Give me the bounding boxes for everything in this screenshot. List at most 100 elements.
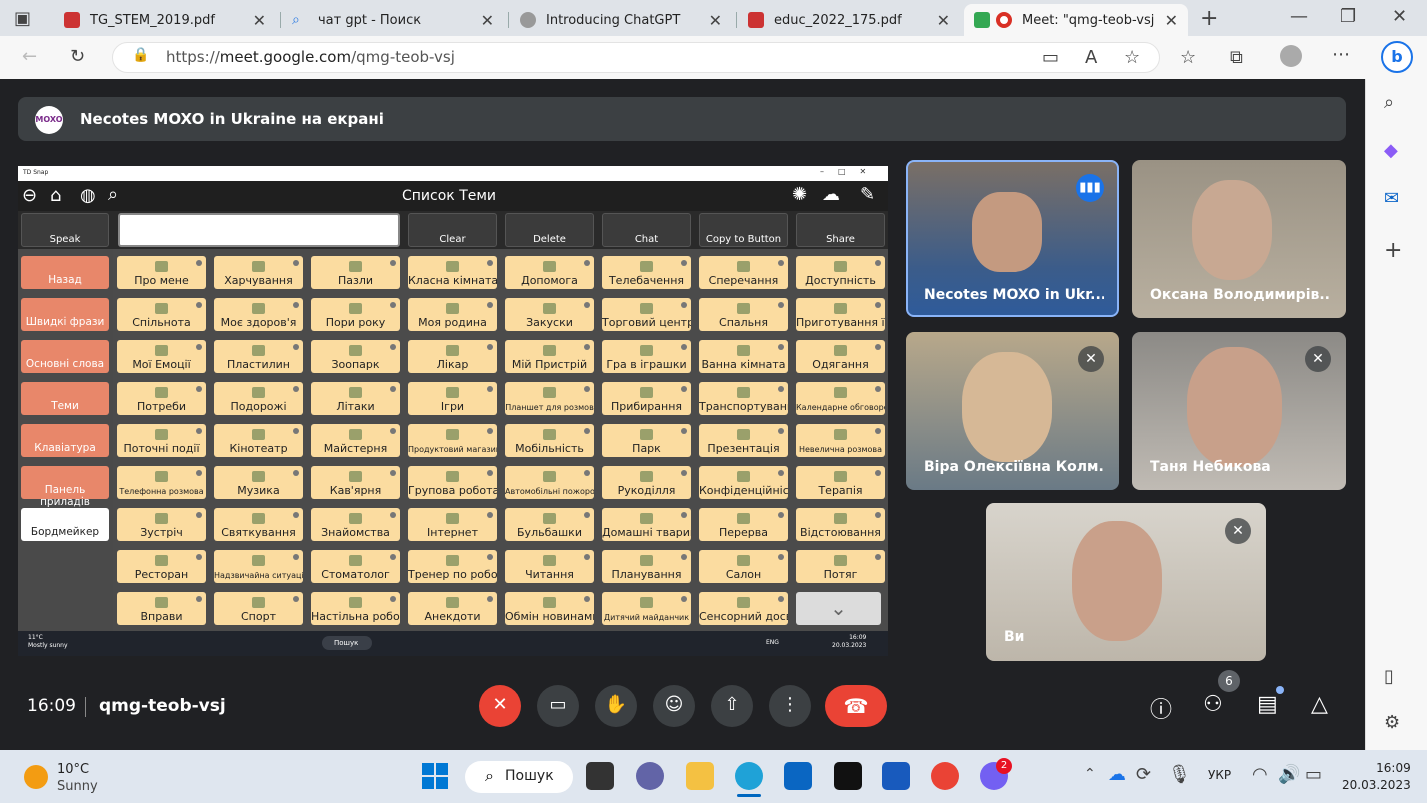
edit-wand-icon[interactable]: ✎ [860,184,875,205]
td-topic-button[interactable]: Кінотеатр [214,424,303,457]
sidebar-toggle-icon[interactable]: ▯ [1384,666,1394,687]
lock-icon[interactable]: 🔒 [132,47,149,63]
td-topic-button[interactable]: Про мене [117,256,206,289]
td-topic-button[interactable]: Стоматолог [311,550,400,583]
speak-button[interactable]: Speak [21,213,109,247]
chevron-up-icon[interactable]: ⌃ [1084,766,1096,782]
file-explorer-icon[interactable] [686,762,714,790]
close-window-icon[interactable]: ✕ [1392,6,1407,27]
profile-avatar[interactable] [1280,45,1302,67]
delete-button[interactable]: Delete [505,213,594,247]
word-icon[interactable] [882,762,910,790]
chat-icon[interactable]: ▤ [1257,692,1278,717]
teams-icon[interactable] [636,762,664,790]
tab-search[interactable]: ⌕ чат gpt - Поиск ✕ [282,4,504,36]
td-topic-button[interactable]: Читання [505,550,594,583]
td-nav-item[interactable]: Клавіатура [21,424,109,457]
settings-icon[interactable]: ⚙ [1384,712,1400,733]
td-topic-button[interactable]: Харчування [214,256,303,289]
td-topic-button[interactable]: Закуски [505,298,594,331]
td-topic-button[interactable]: Телефонна розмова [117,466,206,499]
td-topic-button[interactable]: Святкування [214,508,303,541]
minimize-icon[interactable]: — [1290,6,1308,27]
td-topic-button[interactable]: Ванна кімната [699,340,788,373]
tab-pdf-2[interactable]: educ_2022_175.pdf ✕ [738,4,960,36]
tab-chatgpt[interactable]: Introducing ChatGPT ✕ [510,4,732,36]
outlook-icon[interactable]: ✉ [1384,188,1399,209]
td-topic-button[interactable]: Конфіденційність [699,466,788,499]
td-topic-button[interactable]: Зустріч [117,508,206,541]
td-topic-button[interactable]: Перерва [699,508,788,541]
favorites-icon[interactable]: ☆ [1180,47,1196,68]
td-topic-button[interactable]: Моя родина [408,298,497,331]
add-icon[interactable]: + [1384,238,1402,263]
td-topic-button[interactable]: Ігри [408,382,497,415]
share-button[interactable]: Share [796,213,885,247]
search-icon[interactable]: ⌕ [108,184,118,205]
td-topic-button[interactable]: Обмін новинами [505,592,594,625]
url-text[interactable]: https://meet.google.com/qmg-teob-vsj [166,48,455,66]
td-topic-button[interactable]: Вправи [117,592,206,625]
td-topic-button[interactable]: Зоопарк [311,340,400,373]
td-nav-item[interactable]: Швидкі фрази [21,298,109,331]
globe-icon[interactable]: ◍ [80,185,96,206]
td-topic-button[interactable]: Презентація [699,424,788,457]
td-topic-button[interactable]: Пластилин [214,340,303,373]
scroll-down-button[interactable]: ⌄ [796,592,881,625]
td-topic-button[interactable]: Мій Пристрій [505,340,594,373]
td-topic-button[interactable]: Потреби [117,382,206,415]
cloud-sync-icon[interactable]: ☁ [822,184,840,205]
td-topic-button[interactable]: Групова робота [408,466,497,499]
tab-pdf-1[interactable]: TG_STEM_2019.pdf ✕ [54,4,276,36]
wifi-icon[interactable]: ◠ [1252,764,1268,785]
raise-hand-button[interactable]: ✋ [595,685,637,727]
new-tab-icon[interactable]: + [1200,6,1218,31]
refresh-icon[interactable]: ↻ [70,46,85,67]
td-topic-button[interactable]: Парк [602,424,691,457]
lightbulb-icon[interactable]: ✺ [792,184,807,205]
td-topic-button[interactable]: Салон [699,550,788,583]
mic-off-button[interactable]: ✕ [479,685,521,727]
td-topic-button[interactable]: Терапія [796,466,885,499]
td-topic-button[interactable]: Продуктовий магазин [408,424,497,457]
td-topic-button[interactable]: Лікар [408,340,497,373]
store-icon[interactable] [784,762,812,790]
td-topic-button[interactable]: Мої Емоції [117,340,206,373]
td-topic-button[interactable]: Прибирання [602,382,691,415]
activities-icon[interactable]: △ [1311,692,1328,717]
td-topic-button[interactable]: Дитячий майданчик [602,592,691,625]
td-topic-button[interactable]: Ресторан [117,550,206,583]
emoji-button[interactable]: ☺ [653,685,695,727]
more-options-button[interactable]: ⋮ [769,685,811,727]
td-topic-button[interactable]: Пори року [311,298,400,331]
td-topic-button[interactable]: Планшет для розмов [505,382,594,415]
close-icon[interactable]: ✕ [253,11,266,30]
tab-actions-icon[interactable]: ▣ [14,8,31,29]
back-icon[interactable]: ← [22,46,37,67]
td-topic-button[interactable]: Автомобільні пожорожі [505,466,594,499]
td-nav-item[interactable]: Теми [21,382,109,415]
more-icon[interactable]: ⋯ [1332,44,1350,65]
camera-permission-icon[interactable]: ▭ [1042,47,1059,68]
sync-icon[interactable]: ⟳ [1136,764,1151,785]
language-indicator[interactable]: УКР [1208,768,1231,782]
td-topic-button[interactable]: Бульбашки [505,508,594,541]
taskbar-weather[interactable]: 10°C Sunny [57,761,98,795]
td-topic-button[interactable]: Настільна робота [311,592,400,625]
td-topic-button[interactable]: Знайомства [311,508,400,541]
td-topic-button[interactable]: Спільнота [117,298,206,331]
bing-icon[interactable]: b [1381,41,1413,73]
home-icon[interactable]: ⌂ [50,185,61,206]
present-button[interactable]: ⇧ [711,685,753,727]
battery-icon[interactable]: ▭ [1305,764,1322,785]
td-topic-button[interactable]: Транспортування [699,382,788,415]
td-topic-button[interactable]: Доступність [796,256,885,289]
td-topic-button[interactable]: Планування [602,550,691,583]
td-topic-button[interactable]: Музика [214,466,303,499]
td-topic-button[interactable]: Анекдоти [408,592,497,625]
td-topic-button[interactable]: Кав'ярня [311,466,400,499]
td-topic-button[interactable]: Поточні події [117,424,206,457]
td-topic-button[interactable]: Гра в іграшки [602,340,691,373]
td-topic-button[interactable]: Майстерня [311,424,400,457]
td-topic-button[interactable]: Відстоювання [796,508,885,541]
